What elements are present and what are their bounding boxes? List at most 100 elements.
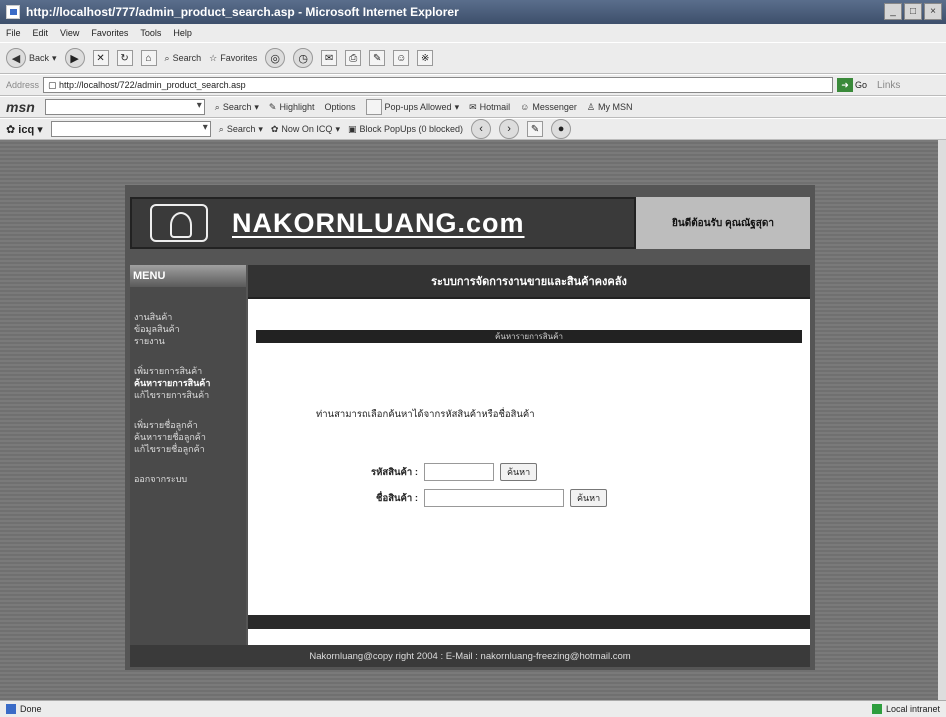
back-small-icon[interactable]: ‹: [471, 119, 492, 139]
media-icon[interactable]: ◎: [265, 48, 286, 68]
search-icon: ⌕: [164, 52, 170, 63]
company-logo-icon: [150, 204, 208, 242]
menu-item[interactable]: ข้อมูลสินค้า: [130, 323, 246, 335]
close-icon[interactable]: ×: [924, 3, 942, 20]
header-banner: NAKORNLUANG.com: [130, 197, 636, 249]
page-done-icon: [6, 704, 16, 714]
back-arrow-icon: ◀: [6, 48, 26, 68]
address-label: Address: [6, 80, 40, 90]
messenger-icon: ☺: [520, 102, 530, 112]
icq-search-input[interactable]: [50, 121, 211, 137]
options-button[interactable]: Options: [324, 102, 355, 112]
maximize-icon[interactable]: □: [904, 3, 922, 20]
site-container: NAKORNLUANG.com ยินดีต้อนรับ คุณณัฐสุดา …: [125, 185, 815, 670]
menu-favorites[interactable]: Favorites: [91, 28, 128, 38]
go-arrow-icon: ➜: [837, 78, 854, 92]
product-name-row: ชื่อสินค้า : ค้นหา: [348, 489, 608, 507]
product-name-input[interactable]: [424, 489, 564, 507]
go-button[interactable]: ➜ Go: [837, 78, 867, 92]
site-footer: Nakornluang@copy right 2004 : E-Mail : n…: [130, 645, 810, 667]
search-name-button[interactable]: ค้นหา: [570, 489, 608, 507]
mail-icon[interactable]: ✉: [321, 50, 338, 66]
flower-icon: ✿: [270, 123, 279, 134]
hotmail-button[interactable]: ✉ Hotmail: [469, 102, 510, 113]
pen-icon[interactable]: ✎: [527, 121, 544, 137]
menu-item[interactable]: ค้นหารายชื่อลูกค้า: [130, 431, 246, 443]
main-bottom-bar: [248, 615, 810, 629]
menu-tools[interactable]: Tools: [140, 28, 161, 38]
forward-small-icon[interactable]: ›: [499, 119, 520, 139]
intranet-icon: [871, 704, 882, 714]
person-icon: ♙: [586, 101, 595, 112]
block-popups-button[interactable]: ▣ Block PopUps (0 blocked): [348, 124, 463, 135]
search-code-button[interactable]: ค้นหา: [500, 463, 538, 481]
msn-search-button[interactable]: ⌕ Search ▾: [215, 102, 259, 113]
menu-view[interactable]: View: [60, 28, 79, 38]
menu-title: MENU: [130, 265, 246, 287]
menu-item[interactable]: แก้ไขรายชื่อลูกค้า: [130, 443, 246, 455]
menu-item[interactable]: แก้ไขรายการสินค้า: [130, 389, 246, 401]
highlight-button[interactable]: ✎ Highlight: [269, 102, 315, 113]
history-icon[interactable]: ◷: [293, 48, 314, 68]
highlight-icon: ✎: [268, 101, 277, 112]
research-icon[interactable]: ※: [417, 50, 434, 66]
menu-help[interactable]: Help: [173, 28, 192, 38]
mymsn-button[interactable]: ♙ My MSN: [587, 102, 633, 113]
section-title: ค้นหารายการสินค้า: [256, 330, 802, 343]
vertical-scrollbar[interactable]: [938, 140, 946, 700]
standard-toolbar: ◀ Back ▾ ▶ ✕ ↻ ⌂ ⌕ Search ☆ Favorites ◎ ◷ ✉…: [0, 42, 946, 74]
messenger-button[interactable]: ☺ Messenger: [520, 102, 577, 112]
product-code-input[interactable]: [424, 463, 494, 481]
status-left: Done: [6, 704, 42, 714]
side-menu: MENU งานสินค้า ข้อมูลสินค้า รายงาน เพิ่ม…: [130, 265, 246, 645]
back-button[interactable]: ◀ Back ▾: [6, 48, 57, 68]
menu-item[interactable]: เพิ่มรายชื่อลูกค้า: [130, 419, 246, 431]
main-title: ระบบการจัดการงานขายและสินค้าคงคลัง: [248, 265, 810, 299]
minimize-icon[interactable]: _: [884, 3, 902, 20]
product-name-label: ชื่อสินค้า :: [376, 492, 418, 504]
menu-file[interactable]: File: [6, 28, 21, 38]
popups-button[interactable]: Pop-ups Allowed ▾: [365, 99, 459, 115]
edit-icon[interactable]: ✎: [369, 50, 386, 66]
site-brand[interactable]: NAKORNLUANG.com: [232, 208, 525, 239]
menu-item[interactable]: เพิ่มรายการสินค้า: [130, 365, 246, 377]
window-title: http://localhost/777/admin_product_searc…: [26, 5, 459, 19]
menu-item[interactable]: งานสินค้า: [130, 311, 246, 323]
menu-bar: File Edit View Favorites Tools Help: [0, 24, 946, 42]
print-icon[interactable]: ⎙: [345, 50, 362, 66]
links-label[interactable]: Links: [877, 80, 900, 91]
main-panel: ระบบการจัดการงานขายและสินค้าคงคลัง ค้นหา…: [248, 265, 810, 645]
msn-logo: msn: [6, 99, 35, 115]
address-input[interactable]: ▢ http://localhost/722/admin_product_sea…: [43, 77, 834, 93]
menu-edit[interactable]: Edit: [33, 28, 49, 38]
search-icon: ⌕: [218, 123, 224, 134]
ie-icon: [6, 5, 20, 19]
search-icon: ⌕: [214, 101, 220, 112]
refresh-icon[interactable]: ↻: [116, 50, 133, 66]
product-code-row: รหัสสินค้า : ค้นหา: [348, 463, 538, 481]
home-icon[interactable]: ⌂: [140, 50, 157, 66]
favorites-button[interactable]: ☆ Favorites: [209, 53, 257, 64]
star-icon: ☆: [209, 52, 218, 63]
disc-icon[interactable]: ●: [551, 119, 572, 139]
menu-item[interactable]: รายงาน: [130, 335, 246, 347]
now-on-icq-button[interactable]: ✿ Now On ICQ ▾: [271, 124, 340, 135]
logout-link[interactable]: ออกจากระบบ: [130, 473, 246, 485]
block-icon: ▣: [347, 123, 357, 134]
address-bar: Address ▢ http://localhost/722/admin_pro…: [0, 74, 946, 96]
stop-icon[interactable]: ✕: [92, 50, 109, 66]
menu-item-active[interactable]: ค้นหารายการสินค้า: [130, 377, 246, 389]
messenger-icon[interactable]: ☺: [393, 50, 410, 66]
page-viewport: NAKORNLUANG.com ยินดีต้อนรับ คุณณัฐสุดา …: [0, 140, 938, 700]
icq-toolbar: ✿ icq ▾ ⌕Search ▾ ✿Now On ICQ ▾ ▣Block P…: [0, 118, 946, 140]
page-icon: ▢: [48, 79, 60, 90]
window-controls: _ □ ×: [884, 3, 942, 20]
icq-search-button[interactable]: ⌕ Search ▾: [219, 124, 263, 135]
forward-icon[interactable]: ▶: [64, 48, 85, 68]
msn-toolbar: msn ⌕Search ▾ ✎Highlight Options Pop-ups…: [0, 96, 946, 118]
icq-logo: ✿ icq ▾: [6, 123, 43, 136]
search-button[interactable]: ⌕ Search: [165, 53, 202, 64]
mail-icon: ✉: [469, 101, 477, 112]
msn-search-input[interactable]: [44, 99, 205, 115]
status-bar: Done Local intranet: [0, 700, 946, 717]
